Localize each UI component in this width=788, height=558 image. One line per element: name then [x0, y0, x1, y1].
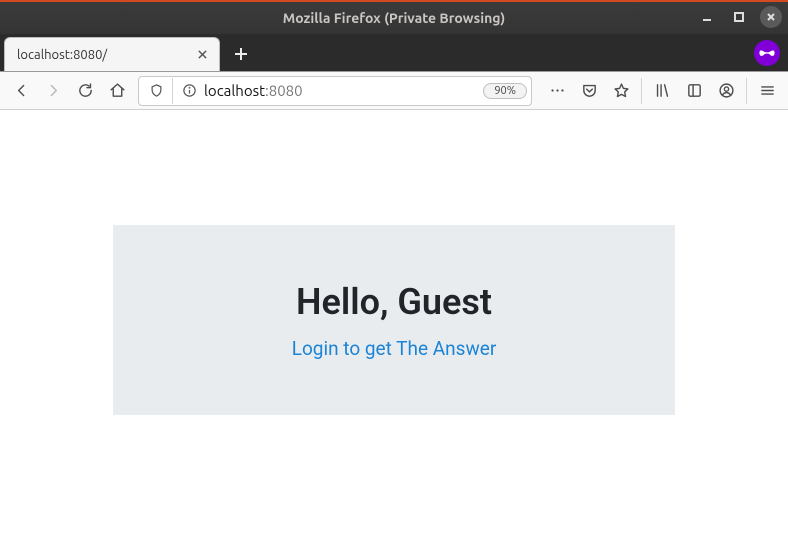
new-tab-button[interactable]	[224, 37, 258, 71]
window-titlebar: Mozilla Firefox (Private Browsing)	[0, 0, 788, 34]
account-button[interactable]	[711, 76, 741, 106]
back-button[interactable]	[6, 76, 36, 106]
window-title: Mozilla Firefox (Private Browsing)	[283, 10, 506, 26]
private-browsing-icon	[754, 40, 780, 66]
page-actions-button[interactable]	[542, 76, 572, 106]
zoom-indicator[interactable]: 90%	[483, 83, 527, 99]
greeting-heading: Hello, Guest	[296, 281, 492, 323]
navigation-toolbar: localhost:8080 90%	[0, 72, 788, 110]
reload-button[interactable]	[70, 76, 100, 106]
hero-card: Hello, Guest Login to get The Answer	[113, 225, 675, 415]
page-viewport: Hello, Guest Login to get The Answer	[0, 110, 788, 558]
url-bar[interactable]: localhost:8080 90%	[138, 76, 532, 106]
site-info-icon[interactable]	[176, 78, 202, 104]
url-text[interactable]: localhost:8080	[202, 82, 477, 99]
window-close-button[interactable]	[760, 6, 782, 28]
url-host: localhost	[204, 82, 265, 99]
forward-button[interactable]	[38, 76, 68, 106]
window-controls	[696, 6, 782, 28]
app-menu-button[interactable]	[752, 76, 782, 106]
bookmark-star-button[interactable]	[606, 76, 636, 106]
separator	[172, 78, 173, 104]
tracking-protection-icon[interactable]	[143, 78, 169, 104]
sidebars-button[interactable]	[679, 76, 709, 106]
tab-active[interactable]: localhost:8080/	[4, 37, 220, 71]
library-button[interactable]	[647, 76, 677, 106]
tab-close-button[interactable]	[193, 46, 211, 64]
tab-label: localhost:8080/	[17, 48, 107, 62]
window-maximize-button[interactable]	[728, 6, 750, 28]
separator	[641, 78, 642, 104]
save-to-pocket-button[interactable]	[574, 76, 604, 106]
tab-strip: localhost:8080/	[0, 34, 788, 72]
home-button[interactable]	[102, 76, 132, 106]
separator	[746, 78, 747, 104]
url-rest: :8080	[265, 82, 303, 99]
toolbar-right-cluster	[538, 76, 782, 106]
window-minimize-button[interactable]	[696, 6, 718, 28]
login-link[interactable]: Login to get The Answer	[292, 337, 497, 360]
